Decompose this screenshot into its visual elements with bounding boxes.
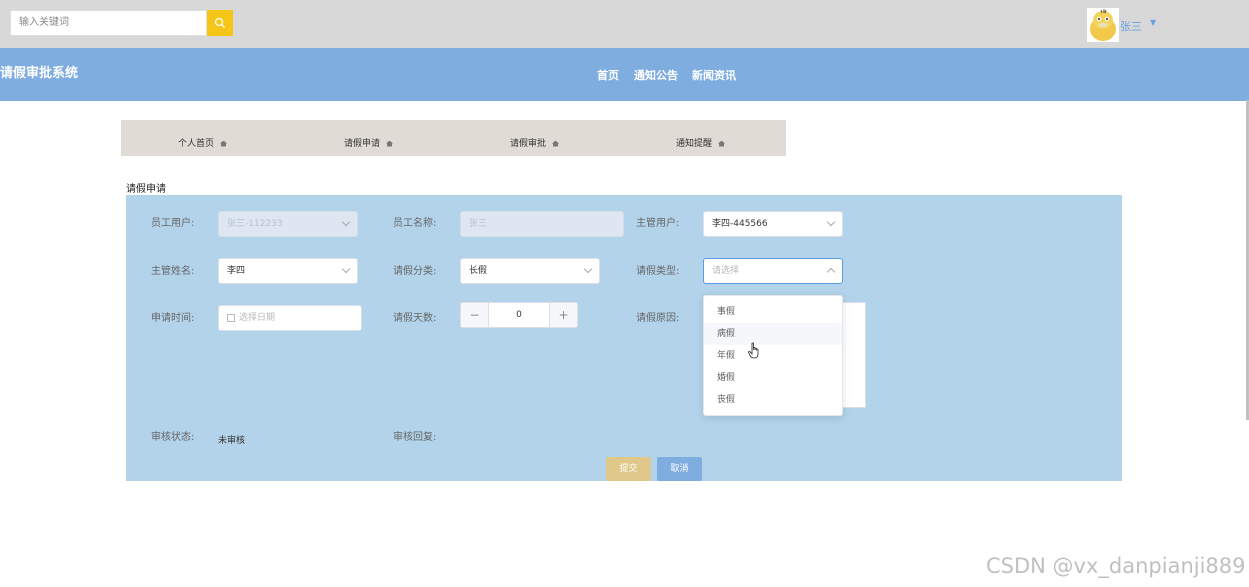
employee-name-field: 张三 [460, 211, 624, 237]
option-funeral-leave[interactable]: 丧假 [704, 389, 842, 411]
manager-name-label: 主管姓名: [151, 266, 195, 277]
employee-user-select: 张三-112233 [218, 211, 358, 237]
employee-name-label: 员工名称: [393, 218, 437, 229]
submit-button[interactable]: 提交 [606, 457, 651, 481]
calendar-icon [227, 313, 235, 322]
employee-user-value: 张三-112233 [227, 219, 283, 229]
apply-date-placeholder: 选择日期 [239, 313, 276, 323]
chevron-down-icon [826, 217, 836, 227]
leave-days-stepper[interactable]: − 0 + [460, 302, 578, 328]
nav-home[interactable]: 首页 [597, 67, 619, 83]
tab-bar: 个人首页 请假申请 请假审批 通知提醒 [121, 120, 786, 156]
search-input[interactable]: 输入关键词 [10, 10, 207, 36]
tab-notifications[interactable]: 通知提醒 [676, 136, 726, 149]
leave-reason-label: 请假原因: [636, 313, 680, 324]
home-icon [220, 140, 228, 147]
review-status-label: 审核状态: [151, 432, 195, 443]
leave-type-label: 请假类型: [636, 266, 680, 277]
employee-name-value: 张三 [469, 219, 488, 229]
tab-label: 请假审批 [510, 139, 547, 149]
chevron-down-icon [341, 264, 351, 274]
nav-news[interactable]: 新闻资讯 [692, 67, 736, 83]
home-icon [552, 140, 560, 147]
leave-form [126, 195, 1122, 481]
leave-category-value: 长假 [469, 266, 488, 276]
avatar[interactable] [1087, 8, 1119, 42]
tab-label: 请假申请 [344, 139, 381, 149]
watermark: CSDN @vx_danpianji889 [986, 554, 1246, 578]
system-title: 请假审批系统 [0, 66, 79, 81]
search-icon [214, 17, 225, 28]
leave-type-dropdown: 事假 病假 年假 婚假 丧假 [703, 295, 843, 416]
tab-label: 个人首页 [178, 139, 215, 149]
apply-time-label: 申请时间: [151, 313, 195, 324]
manager-user-select[interactable]: 李四-445566 [703, 211, 843, 237]
leave-days-value[interactable]: 0 [489, 303, 549, 327]
section-title: 请假申请 [126, 184, 166, 195]
tab-label: 通知提醒 [676, 139, 713, 149]
review-reply-label: 审核回复: [393, 432, 437, 443]
option-marriage-leave[interactable]: 婚假 [704, 367, 842, 389]
manager-user-label: 主管用户: [636, 218, 680, 229]
manager-name-select[interactable]: 李四 [218, 258, 358, 284]
manager-user-value: 李四-445566 [712, 219, 768, 229]
chevron-down-icon [341, 217, 351, 227]
review-status-value: 未审核 [218, 436, 246, 446]
user-name[interactable]: 张三 [1120, 18, 1142, 34]
leave-category-select[interactable]: 长假 [460, 258, 600, 284]
leave-days-label: 请假天数: [393, 313, 437, 324]
search-button[interactable] [207, 10, 233, 36]
home-icon [386, 140, 394, 147]
option-sick-leave[interactable]: 病假 [704, 323, 842, 345]
leave-type-select[interactable]: 请选择 [703, 258, 843, 284]
employee-user-label: 员工用户: [151, 218, 195, 229]
option-personal-leave[interactable]: 事假 [704, 301, 842, 323]
top-bar: 输入关键词 张三 ▼ [0, 0, 1249, 48]
nav-notice[interactable]: 通知公告 [634, 67, 678, 83]
header: 请假审批系统 首页 通知公告 新闻资讯 [0, 48, 1249, 101]
chevron-down-icon[interactable]: ▼ [1150, 18, 1156, 27]
option-annual-leave[interactable]: 年假 [704, 345, 842, 367]
home-icon [718, 140, 726, 147]
cancel-button[interactable]: 取消 [657, 457, 702, 481]
duck-avatar-icon [1090, 9, 1116, 41]
decrement-button[interactable]: − [461, 303, 489, 327]
tab-leave-approve[interactable]: 请假审批 [510, 136, 560, 149]
apply-date-picker[interactable]: 选择日期 [218, 305, 362, 331]
tab-leave-apply[interactable]: 请假申请 [344, 136, 394, 149]
hand-cursor-icon [748, 342, 759, 359]
leave-category-label: 请假分类: [393, 266, 437, 277]
chevron-down-icon [583, 264, 593, 274]
tab-personal-home[interactable]: 个人首页 [178, 136, 228, 149]
manager-name-value: 李四 [227, 266, 246, 276]
leave-type-placeholder: 请选择 [712, 266, 740, 276]
increment-button[interactable]: + [549, 303, 577, 327]
chevron-up-icon [826, 267, 836, 277]
